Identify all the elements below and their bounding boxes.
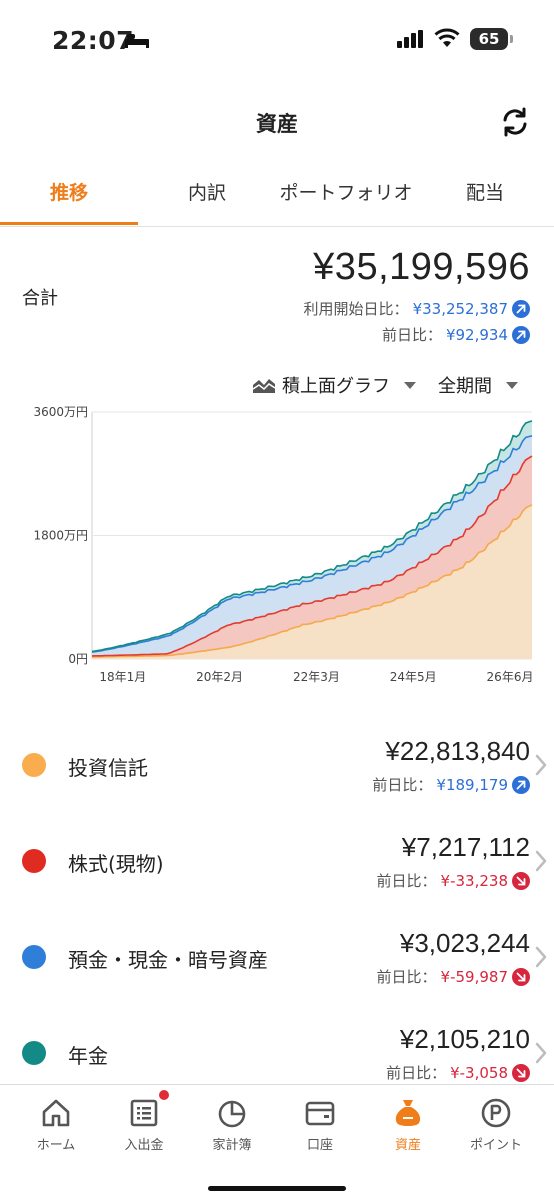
y-tick-label: 0円 xyxy=(68,652,88,666)
notification-badge xyxy=(159,1090,169,1100)
day-change: 前日比： ¥92,934 xyxy=(382,324,530,345)
asset-day-change: 前日比： ¥-3,058 xyxy=(386,1062,530,1083)
tab-trend[interactable]: 推移 xyxy=(0,168,138,226)
x-tick-label: 22年3月 xyxy=(293,670,340,684)
asset-name: 株式(現物) xyxy=(68,852,164,876)
tab-portfolio[interactable]: ポートフォリオ xyxy=(276,168,416,226)
series-color-dot xyxy=(22,753,46,777)
since-start-label: 利用開始日比： xyxy=(303,300,409,318)
series-color-dot xyxy=(22,1041,46,1065)
pie-chart-icon xyxy=(218,1100,246,1128)
nav-label: ホーム xyxy=(36,1138,76,1153)
asset-day-change: 前日比： ¥-59,987 xyxy=(377,966,530,987)
asset-delta-value: ¥-33,238 xyxy=(440,871,508,890)
period-dropdown[interactable]: 全期間 xyxy=(438,372,518,398)
chevron-down-icon xyxy=(404,381,416,389)
arrow-up-right-icon xyxy=(512,299,530,318)
chart-type-label: 積上面グラフ xyxy=(282,376,390,397)
tab-dividend[interactable]: 配当 xyxy=(416,168,554,226)
area-chart-icon xyxy=(252,379,276,393)
y-tick-label: 3600万円 xyxy=(33,405,88,419)
total-label: 合計 xyxy=(22,288,58,309)
series-color-dot xyxy=(22,945,46,969)
since-start-value: ¥33,252,387 xyxy=(412,299,508,318)
arrow-down-right-icon xyxy=(512,967,530,986)
asset-day-change: 前日比： ¥189,179 xyxy=(372,774,530,795)
total-value: ¥35,199,596 xyxy=(313,246,530,288)
asset-amount: ¥22,813,840 xyxy=(385,736,530,766)
tab-breakdown[interactable]: 内訳 xyxy=(138,168,276,226)
refresh-icon[interactable] xyxy=(499,106,531,138)
nav-label: 口座 xyxy=(306,1138,333,1153)
money-bag-icon xyxy=(395,1100,421,1126)
asset-delta-label: 前日比： xyxy=(376,872,437,890)
asset-row-deposits-cash-crypto[interactable]: 預金・現金・暗号資産 ¥3,023,244 前日比： ¥-59,987 xyxy=(0,908,554,1004)
asset-delta-label: 前日比： xyxy=(372,776,433,794)
chevron-right-icon xyxy=(535,946,547,968)
battery-tip xyxy=(510,35,513,43)
status-bar: 22:07 65 xyxy=(0,0,554,82)
asset-amount: ¥2,105,210 xyxy=(399,1024,530,1054)
sleep-bed-icon xyxy=(125,34,149,48)
asset-day-change: 前日比： ¥-33,238 xyxy=(377,870,530,891)
asset-delta-label: 前日比： xyxy=(376,968,437,986)
asset-delta-value: ¥189,179 xyxy=(436,775,508,794)
status-time: 22:07 xyxy=(52,26,135,55)
tab-bar: 推移 内訳 ポートフォリオ 配当 xyxy=(0,168,554,227)
x-tick-label: 18年1月 xyxy=(99,670,146,684)
wallet-icon xyxy=(305,1101,335,1126)
arrow-down-right-icon xyxy=(512,1063,530,1082)
since-start-change: 利用開始日比： ¥33,252,387 xyxy=(304,298,530,319)
asset-amount: ¥7,217,112 xyxy=(401,832,530,862)
nav-label: ポイント xyxy=(469,1138,522,1153)
wifi-icon xyxy=(434,28,460,47)
asset-name: 預金・現金・暗号資産 xyxy=(68,948,268,972)
arrow-up-right-icon xyxy=(512,325,530,344)
points-icon xyxy=(481,1098,511,1128)
series-color-dot xyxy=(22,849,46,873)
cellular-signal-icon xyxy=(397,30,423,48)
bottom-nav: ホーム 入出金 家計簿 口座 資産 ポイント xyxy=(0,1084,554,1201)
asset-delta-label: 前日比： xyxy=(386,1064,447,1082)
arrow-down-right-icon xyxy=(512,871,530,890)
asset-area-chart[interactable]: 3600万円 1800万円 0円 18年1月 20年2月 22年3月 24年5月 26年6月 xyxy=(0,396,554,696)
x-tick-label: 24年5月 xyxy=(390,670,437,684)
chevron-right-icon xyxy=(535,754,547,776)
home-indicator xyxy=(208,1186,346,1191)
x-tick-label: 20年2月 xyxy=(196,670,243,684)
asset-delta-value: ¥-3,058 xyxy=(450,1063,508,1082)
page-title: 資産 xyxy=(256,112,298,136)
chevron-down-icon xyxy=(506,381,518,389)
asset-name: 投資信託 xyxy=(68,756,148,780)
asset-row-stocks[interactable]: 株式(現物) ¥7,217,112 前日比： ¥-33,238 xyxy=(0,812,554,908)
chevron-right-icon xyxy=(535,850,547,872)
day-change-label: 前日比： xyxy=(381,326,442,344)
active-tab-indicator xyxy=(0,222,138,225)
receipt-icon xyxy=(130,1099,158,1127)
chart-type-dropdown[interactable]: 積上面グラフ xyxy=(252,372,416,398)
arrow-up-right-icon xyxy=(512,775,530,794)
x-tick-label: 26年6月 xyxy=(487,670,534,684)
nav-label: 家計簿 xyxy=(212,1138,252,1153)
y-tick-label: 1800万円 xyxy=(33,529,88,543)
nav-label: 入出金 xyxy=(124,1138,164,1153)
period-label: 全期間 xyxy=(438,376,492,397)
nav-label: 資産 xyxy=(394,1138,421,1153)
chevron-right-icon xyxy=(535,1042,547,1064)
asset-delta-value: ¥-59,987 xyxy=(440,967,508,986)
asset-name: 年金 xyxy=(68,1044,108,1068)
asset-row-investment-trust[interactable]: 投資信託 ¥22,813,840 前日比： ¥189,179 xyxy=(0,716,554,812)
battery-indicator: 65 xyxy=(470,28,508,50)
home-icon xyxy=(42,1099,70,1127)
day-change-value: ¥92,934 xyxy=(445,325,508,344)
asset-amount: ¥3,023,244 xyxy=(399,928,530,958)
